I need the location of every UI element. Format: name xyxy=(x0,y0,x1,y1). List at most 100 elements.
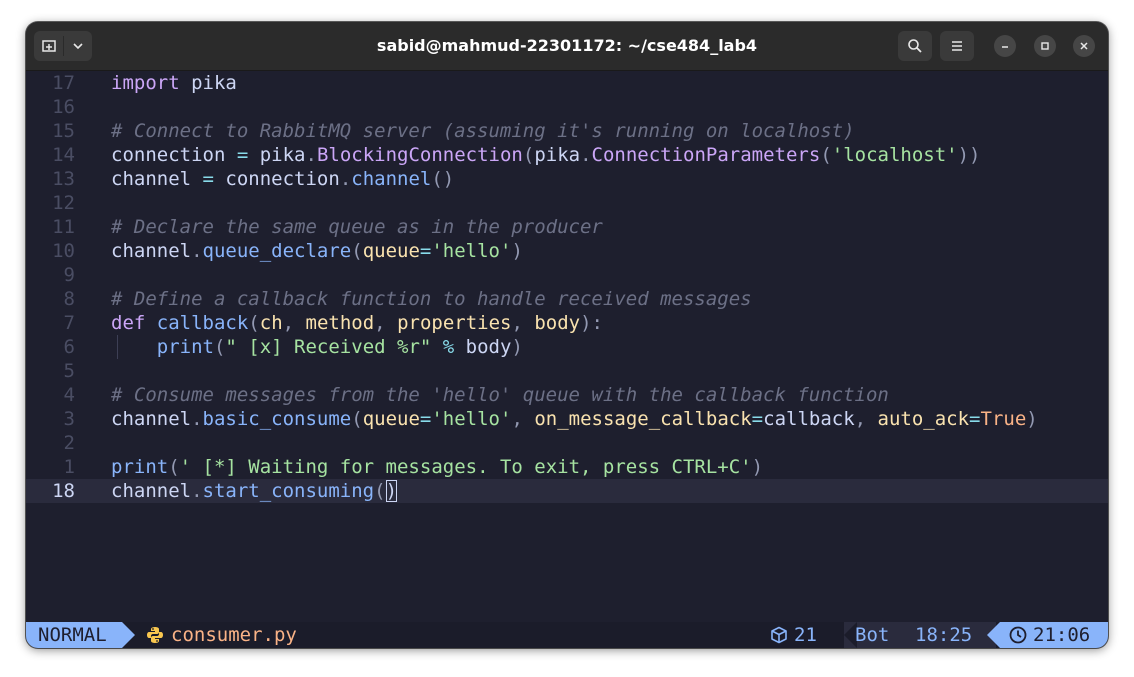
package-count: 21 xyxy=(794,624,817,646)
line-number: 12 xyxy=(52,192,75,214)
minimize-button[interactable] xyxy=(994,35,1016,57)
new-tab-button[interactable] xyxy=(34,31,63,61)
minimize-icon xyxy=(1002,46,1008,48)
tab-menu-button[interactable] xyxy=(64,31,92,61)
code-line[interactable]: 3 channel.basic_consume(queue='hello', on… xyxy=(26,407,1108,431)
code-line[interactable]: 1 print(' [*] Waiting for messages. To ex… xyxy=(26,455,1108,479)
hamburger-menu-icon xyxy=(952,41,962,51)
maximize-button[interactable] xyxy=(1034,35,1056,57)
code-token: # Connect to RabbitMQ server (assuming i… xyxy=(111,120,855,142)
code-token: ( xyxy=(168,456,180,478)
code-line[interactable]: 17 import pika xyxy=(26,71,1108,95)
code-token: = xyxy=(419,408,432,430)
clock-time: 21:06 xyxy=(1033,624,1091,646)
code-line[interactable]: 16 xyxy=(26,95,1108,119)
code-token: channel xyxy=(111,168,203,190)
terminal-window: sabid@mahmud-22301172: ~/cse484_lab4 17 … xyxy=(26,22,1108,648)
file-name: consumer.py xyxy=(171,624,297,646)
code-line[interactable]: 4 # Consume messages from the 'hello' que… xyxy=(26,383,1108,407)
code-line[interactable]: 13 channel = connection.channel() xyxy=(26,167,1108,191)
code-token: channel xyxy=(111,480,192,502)
code-token: basic_consume xyxy=(202,408,352,430)
code-token: = xyxy=(969,408,981,430)
mode-indicator: NORMAL xyxy=(26,622,122,648)
code-line[interactable]: 5 xyxy=(26,359,1108,383)
code-line[interactable]: 12 xyxy=(26,191,1108,215)
code-token: start_consuming xyxy=(202,480,375,502)
code-token: pika xyxy=(248,144,306,166)
code-text: channel.basic_consume(queue='hello', on_… xyxy=(111,407,1038,431)
text-cursor: ) xyxy=(385,480,398,502)
title-bar: sabid@mahmud-22301172: ~/cse484_lab4 xyxy=(26,22,1108,71)
code-line[interactable]: 2 xyxy=(26,431,1108,455)
code-token: % xyxy=(442,336,455,358)
code-token: ( xyxy=(374,480,386,502)
code-token: ( xyxy=(248,312,260,334)
code-token: queue xyxy=(362,240,420,262)
code-line[interactable]: 8 # Define a callback function to handle … xyxy=(26,287,1108,311)
code-token: ) xyxy=(511,240,523,262)
code-token: ) xyxy=(511,336,523,358)
code-token: channel xyxy=(111,408,192,430)
code-text: # Consume messages from the 'hello' queu… xyxy=(111,383,889,407)
code-token: , xyxy=(511,408,535,430)
python-icon xyxy=(147,627,163,643)
code-token: ' [*] Waiting for messages. To exit, pre… xyxy=(179,456,752,478)
cursor-position: 18:25 xyxy=(915,624,973,646)
search-button[interactable] xyxy=(898,31,932,61)
code-line[interactable]: 9 xyxy=(26,263,1108,287)
code-token: method xyxy=(305,312,375,334)
line-number: 15 xyxy=(52,120,75,142)
code-token: body xyxy=(454,336,512,358)
code-text: import pika xyxy=(111,71,237,95)
code-token: , xyxy=(854,408,878,430)
code-line[interactable]: 10 channel.queue_declare(queue='hello') xyxy=(26,239,1108,263)
line-number: 3 xyxy=(63,408,75,430)
code-token: . xyxy=(191,240,203,262)
code-editor[interactable]: 17 import pika 16 15 # Connect to RabbitMQ s… xyxy=(26,71,1108,621)
code-token: ( xyxy=(213,336,226,358)
mode-separator xyxy=(122,622,135,648)
line-number: 18 xyxy=(52,480,75,502)
code-token: queue_declare xyxy=(202,240,352,262)
code-token: print xyxy=(111,456,169,478)
code-token: import xyxy=(111,72,180,94)
status-line: NORMAL consumer.py 21 Bot 18:25 21:06 xyxy=(26,622,1108,648)
code-token: ( xyxy=(351,408,363,430)
code-text: def callback(ch, method, properties, bod… xyxy=(111,311,603,335)
code-text: # Define a callback function to handle r… xyxy=(111,287,752,311)
code-token: pika xyxy=(179,72,237,94)
line-number: 7 xyxy=(63,312,75,334)
code-token: # Consume messages from the 'hello' queu… xyxy=(111,384,889,406)
code-token: . xyxy=(339,168,352,190)
code-token: . xyxy=(191,408,203,430)
code-line[interactable]: 14 connection = pika.BlockingConnection(p… xyxy=(26,143,1108,167)
code-line[interactable]: 15 # Connect to RabbitMQ server (assuming… xyxy=(26,119,1108,143)
code-line[interactable]: 11 # Declare the same queue as in the pro… xyxy=(26,215,1108,239)
code-token: True xyxy=(980,408,1027,430)
menu-button[interactable] xyxy=(940,31,974,61)
code-token: ) xyxy=(1026,408,1038,430)
code-token: ) xyxy=(751,456,764,478)
code-token: () xyxy=(431,168,455,190)
code-text: print(' [*] Waiting for messages. To exi… xyxy=(111,455,763,479)
code-token: callback xyxy=(156,312,249,334)
code-line[interactable]: 7 def callback(ch, method, properties, bo… xyxy=(26,311,1108,335)
code-line[interactable]: 18 channel.start_consuming() xyxy=(26,479,1108,503)
code-token: body xyxy=(534,312,581,334)
code-line[interactable]: 6 print(" [x] Received %r" % body) xyxy=(26,335,1108,359)
code-token: callback xyxy=(763,408,855,430)
code-token: 'localhost' xyxy=(831,144,958,166)
clock-separator xyxy=(987,622,1000,648)
code-token: ( xyxy=(820,144,832,166)
code-token: ConnectionParameters xyxy=(591,144,821,166)
code-token: print xyxy=(156,336,214,358)
code-token: # Define a callback function to handle r… xyxy=(111,288,752,310)
close-button[interactable] xyxy=(1073,35,1095,57)
code-token: , xyxy=(374,312,398,334)
line-number: 8 xyxy=(63,288,75,310)
cube-icon xyxy=(771,626,787,644)
scroll-position: Bot xyxy=(855,624,890,646)
